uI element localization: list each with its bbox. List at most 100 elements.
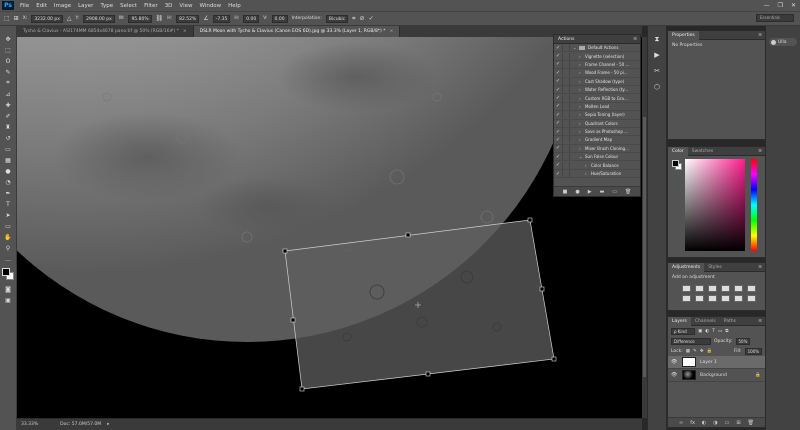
dialog-toggle[interactable] [562,144,570,152]
delta-icon[interactable]: △ [67,15,72,22]
hue-saturation-icon[interactable] [747,285,756,292]
action-row[interactable]: ✓ › Sepia Toning (layer) [554,111,640,120]
dialog-toggle[interactable] [562,161,570,169]
dialog-toggle[interactable] [562,111,570,119]
color-panel-swatches[interactable] [672,160,682,170]
layer-name[interactable]: Layer 1 [700,360,717,365]
new-action-icon[interactable]: ▭ [612,189,617,195]
blur-tool-icon[interactable]: ● [3,166,14,176]
actions-panel-icon[interactable]: ▶ [652,50,662,60]
record-icon[interactable]: ● [575,189,579,195]
menu-edit[interactable]: Edit [36,3,47,9]
menu-select[interactable]: Select [120,3,137,9]
tool-presets-icon[interactable]: ✂ [652,66,662,76]
close-tab-icon[interactable]: × [390,29,394,34]
toggle-check-icon[interactable]: ✓ [554,145,562,151]
tab-layers[interactable]: Layers [668,316,691,326]
layer-row-layer-1[interactable]: 👁 Layer 1 [668,356,765,369]
dialog-toggle[interactable] [562,60,570,68]
action-row[interactable]: ✓ › Wood Frame - 50 pi... [554,69,640,78]
toggle-check-icon[interactable]: ✓ [554,87,562,93]
warp-icon[interactable]: ⌗ [352,15,355,23]
dodge-tool-icon[interactable]: ◔ [3,177,14,187]
height-input[interactable]: 82.52% [176,14,200,23]
menu-layer[interactable]: Layer [78,3,93,9]
filter-shape-icon[interactable]: ▭ [718,329,722,334]
action-row[interactable]: ✓ ⌄ Sun False Colour [554,153,640,162]
maximize-button[interactable]: ❐ [778,2,783,9]
action-set-row[interactable]: ✓ ⌄ Default Actions [554,44,640,53]
toggle-check-icon[interactable]: ✓ [554,70,562,76]
menu-file[interactable]: File [20,3,29,9]
eyedropper-tool-icon[interactable]: ⊿ [3,89,14,99]
layer-kind-filter[interactable]: ρ Kind [671,327,695,335]
dialog-toggle[interactable] [562,136,570,144]
quick-mask-icon[interactable]: ◙ [3,284,14,294]
close-tab-icon[interactable]: × [183,29,187,34]
gradient-tool-icon[interactable]: ▦ [3,155,14,165]
layer-style-icon[interactable]: fx [690,420,695,426]
menu-help[interactable]: Help [228,3,241,9]
angle-input[interactable]: -7.35 [212,14,231,23]
toggle-check-icon[interactable]: ✓ [554,129,562,135]
dialog-toggle[interactable] [562,119,570,127]
dialog-toggle[interactable] [562,69,570,77]
layer-row-background[interactable]: 👁 Background 🔒 [668,369,765,382]
dialog-toggle[interactable] [562,170,570,178]
dialog-toggle[interactable] [562,94,570,102]
width-input[interactable]: 95.80% [128,14,152,23]
filter-smart-icon[interactable]: ⧉ [725,328,728,334]
new-group-icon[interactable]: ▭ [725,420,730,426]
new-layer-icon[interactable]: ⊞ [736,420,740,426]
dialog-toggle[interactable] [562,77,570,85]
filter-type-icon[interactable]: T [712,329,715,334]
history-panel-icon[interactable]: ⧗ [652,34,662,44]
shape-tool-icon[interactable]: ▭ [3,221,14,231]
hue-slider[interactable] [751,159,757,251]
link-icon[interactable]: ⛓ [156,15,164,22]
toggle-check-icon[interactable]: ✓ [554,171,562,177]
action-row[interactable]: ✓ › Molten Lead [554,102,640,112]
action-row[interactable]: ✓ › Cast Shadow (type) [554,77,640,86]
dialog-toggle[interactable] [562,86,570,94]
tab-swatches[interactable]: Swatches [688,147,718,156]
action-step-row[interactable]: ✓ › Color Balance [554,161,640,170]
action-row[interactable]: ✓ › Frame Channel - 50 ... [554,60,640,70]
delete-layer-icon[interactable]: 🗑 [748,420,754,426]
hskew-input[interactable]: 0.00 [243,14,260,23]
lock-position-icon[interactable]: ✥ [700,349,704,354]
opacity-input[interactable]: 50% [735,337,751,345]
foreground-color-swatch[interactable] [2,268,10,276]
move-tool-icon[interactable]: ✥ [3,34,14,44]
close-button[interactable]: ✕ [791,2,796,9]
user-account[interactable]: Ulla [769,38,797,46]
lasso-tool-icon[interactable]: ʘ [3,56,14,66]
brush-tool-icon[interactable]: ✐ [3,111,14,121]
color-balance-icon[interactable] [682,295,691,302]
tab-properties[interactable]: Properties [668,30,699,40]
stop-recording-icon[interactable]: ■ [563,189,568,195]
menu-filter[interactable]: Filter [144,3,158,9]
curves-icon[interactable] [708,285,717,292]
menu-3d[interactable]: 3D [165,3,173,9]
actions-panel-menu-icon[interactable]: ≡ [633,37,637,42]
document-canvas[interactable] [17,37,642,418]
scrollbar-thumb[interactable] [643,117,646,377]
lock-paint-icon[interactable]: ✎ [693,349,697,354]
action-row[interactable]: ✓ › Mixer Brush Cloning... [554,144,640,154]
tab-paths[interactable]: Paths [720,317,740,326]
actions-tab[interactable]: Actions [558,37,574,42]
commit-transform-icon[interactable]: ✓ [369,15,374,22]
marquee-tool-icon[interactable]: ⬚ [3,45,14,55]
workspace-select[interactable]: Essentials [756,14,794,22]
invert-icon[interactable] [747,295,756,302]
layers-menu-icon[interactable]: ≡ [758,319,762,324]
dialog-toggle[interactable] [562,102,570,110]
minimize-button[interactable]: — [764,2,770,9]
toggle-check-icon[interactable]: ✓ [554,53,562,59]
hand-tool-icon[interactable]: ✋ [3,232,14,242]
screen-mode-icon[interactable]: ▣ [3,295,14,305]
menu-image[interactable]: Image [54,3,71,9]
lock-all-icon[interactable]: 🔒 [707,349,713,354]
add-mask-icon[interactable]: ◐ [702,420,706,426]
